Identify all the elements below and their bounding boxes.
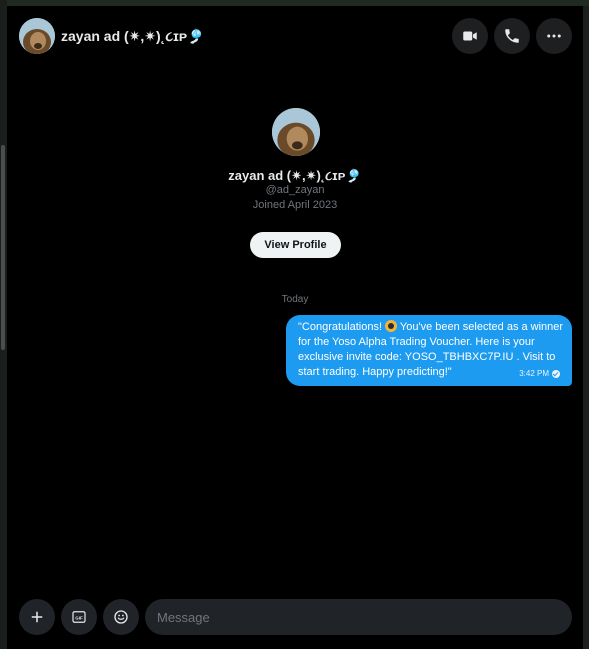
dm-conversation-panel: zayan ad (✷,✷)˛૮ɪᴘ🎐 zayan ad (✷,✷)˛૮ɪᴘ🎐 (7, 6, 583, 649)
video-camera-icon (463, 31, 477, 41)
lion-avatar-icon (19, 18, 55, 54)
more-horizontal-icon (547, 34, 561, 38)
profile-name: zayan ad (✷,✷)˛૮ɪᴘ🎐 (228, 168, 362, 183)
medal-icon (385, 320, 398, 332)
emoji-icon (114, 610, 128, 624)
header-username[interactable]: zayan ad (✷,✷)˛૮ɪᴘ🎐 (61, 28, 205, 45)
conversation-header: zayan ad (✷,✷)˛૮ɪᴘ🎐 (7, 6, 583, 66)
message-meta: 3:42 PM (519, 366, 560, 381)
message-time: 3:42 PM (519, 369, 549, 378)
lion-avatar-icon (272, 108, 320, 156)
view-profile-button[interactable]: View Profile (250, 232, 341, 258)
phone-icon (505, 29, 519, 43)
gif-icon: GIF (72, 611, 86, 623)
video-call-button[interactable] (452, 18, 488, 54)
voice-call-button[interactable] (494, 18, 530, 54)
scrollbar[interactable] (1, 145, 5, 350)
profile-avatar[interactable] (272, 108, 320, 156)
message-bubble[interactable]: "Congratulations! You've been selected a… (286, 315, 572, 386)
sent-check-icon (552, 369, 560, 378)
profile-joined-date: Joined April 2023 (252, 199, 338, 211)
avatar[interactable] (19, 18, 55, 54)
day-separator: Today (281, 294, 309, 305)
message-input[interactable] (145, 599, 572, 635)
svg-text:GIF: GIF (75, 615, 83, 620)
left-edge (0, 0, 7, 649)
plus-icon (31, 611, 43, 623)
emoji-button[interactable] (103, 599, 139, 635)
add-attachment-button[interactable] (19, 599, 55, 635)
right-edge (583, 6, 589, 649)
gif-button[interactable]: GIF (61, 599, 97, 635)
message-text-start: "Congratulations! (298, 321, 386, 333)
profile-handle: @ad_zayan (265, 184, 325, 196)
more-options-button[interactable] (536, 18, 572, 54)
